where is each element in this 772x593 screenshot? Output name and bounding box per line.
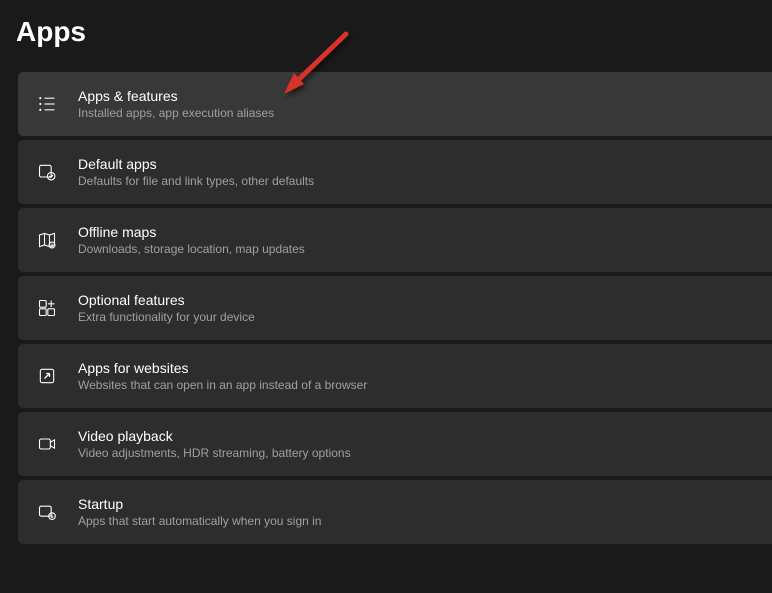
settings-item-title: Video playback xyxy=(78,428,351,444)
settings-item-title: Default apps xyxy=(78,156,314,172)
settings-item-subtitle: Extra functionality for your device xyxy=(78,310,255,324)
settings-item-title: Apps & features xyxy=(78,88,274,104)
settings-item-subtitle: Defaults for file and link types, other … xyxy=(78,174,314,188)
settings-item-text: Apps & features Installed apps, app exec… xyxy=(78,88,274,120)
settings-items-container: Apps & features Installed apps, app exec… xyxy=(0,72,772,544)
settings-item-offline-maps[interactable]: Offline maps Downloads, storage location… xyxy=(18,208,772,272)
settings-item-apps-features[interactable]: Apps & features Installed apps, app exec… xyxy=(18,72,772,136)
settings-item-optional-features[interactable]: Optional features Extra functionality fo… xyxy=(18,276,772,340)
offline-maps-icon xyxy=(36,229,58,251)
settings-item-text: Optional features Extra functionality fo… xyxy=(78,292,255,324)
settings-item-apps-websites[interactable]: Apps for websites Websites that can open… xyxy=(18,344,772,408)
apps-websites-icon xyxy=(36,365,58,387)
settings-item-title: Apps for websites xyxy=(78,360,367,376)
settings-item-video-playback[interactable]: Video playback Video adjustments, HDR st… xyxy=(18,412,772,476)
settings-item-subtitle: Installed apps, app execution aliases xyxy=(78,106,274,120)
apps-features-list-icon xyxy=(36,93,58,115)
optional-features-icon xyxy=(36,297,58,319)
settings-item-subtitle: Apps that start automatically when you s… xyxy=(78,514,321,528)
settings-item-subtitle: Websites that can open in an app instead… xyxy=(78,378,367,392)
settings-item-default-apps[interactable]: Default apps Defaults for file and link … xyxy=(18,140,772,204)
settings-item-subtitle: Downloads, storage location, map updates xyxy=(78,242,305,256)
settings-item-title: Startup xyxy=(78,496,321,512)
startup-icon xyxy=(36,501,58,523)
settings-item-text: Startup Apps that start automatically wh… xyxy=(78,496,321,528)
settings-item-text: Video playback Video adjustments, HDR st… xyxy=(78,428,351,460)
settings-item-text: Offline maps Downloads, storage location… xyxy=(78,224,305,256)
settings-item-title: Offline maps xyxy=(78,224,305,240)
settings-item-text: Default apps Defaults for file and link … xyxy=(78,156,314,188)
video-playback-icon xyxy=(36,433,58,455)
settings-item-startup[interactable]: Startup Apps that start automatically wh… xyxy=(18,480,772,544)
settings-item-subtitle: Video adjustments, HDR streaming, batter… xyxy=(78,446,351,460)
default-apps-icon xyxy=(36,161,58,183)
settings-item-text: Apps for websites Websites that can open… xyxy=(78,360,367,392)
page-title: Apps xyxy=(0,0,772,72)
settings-item-title: Optional features xyxy=(78,292,255,308)
